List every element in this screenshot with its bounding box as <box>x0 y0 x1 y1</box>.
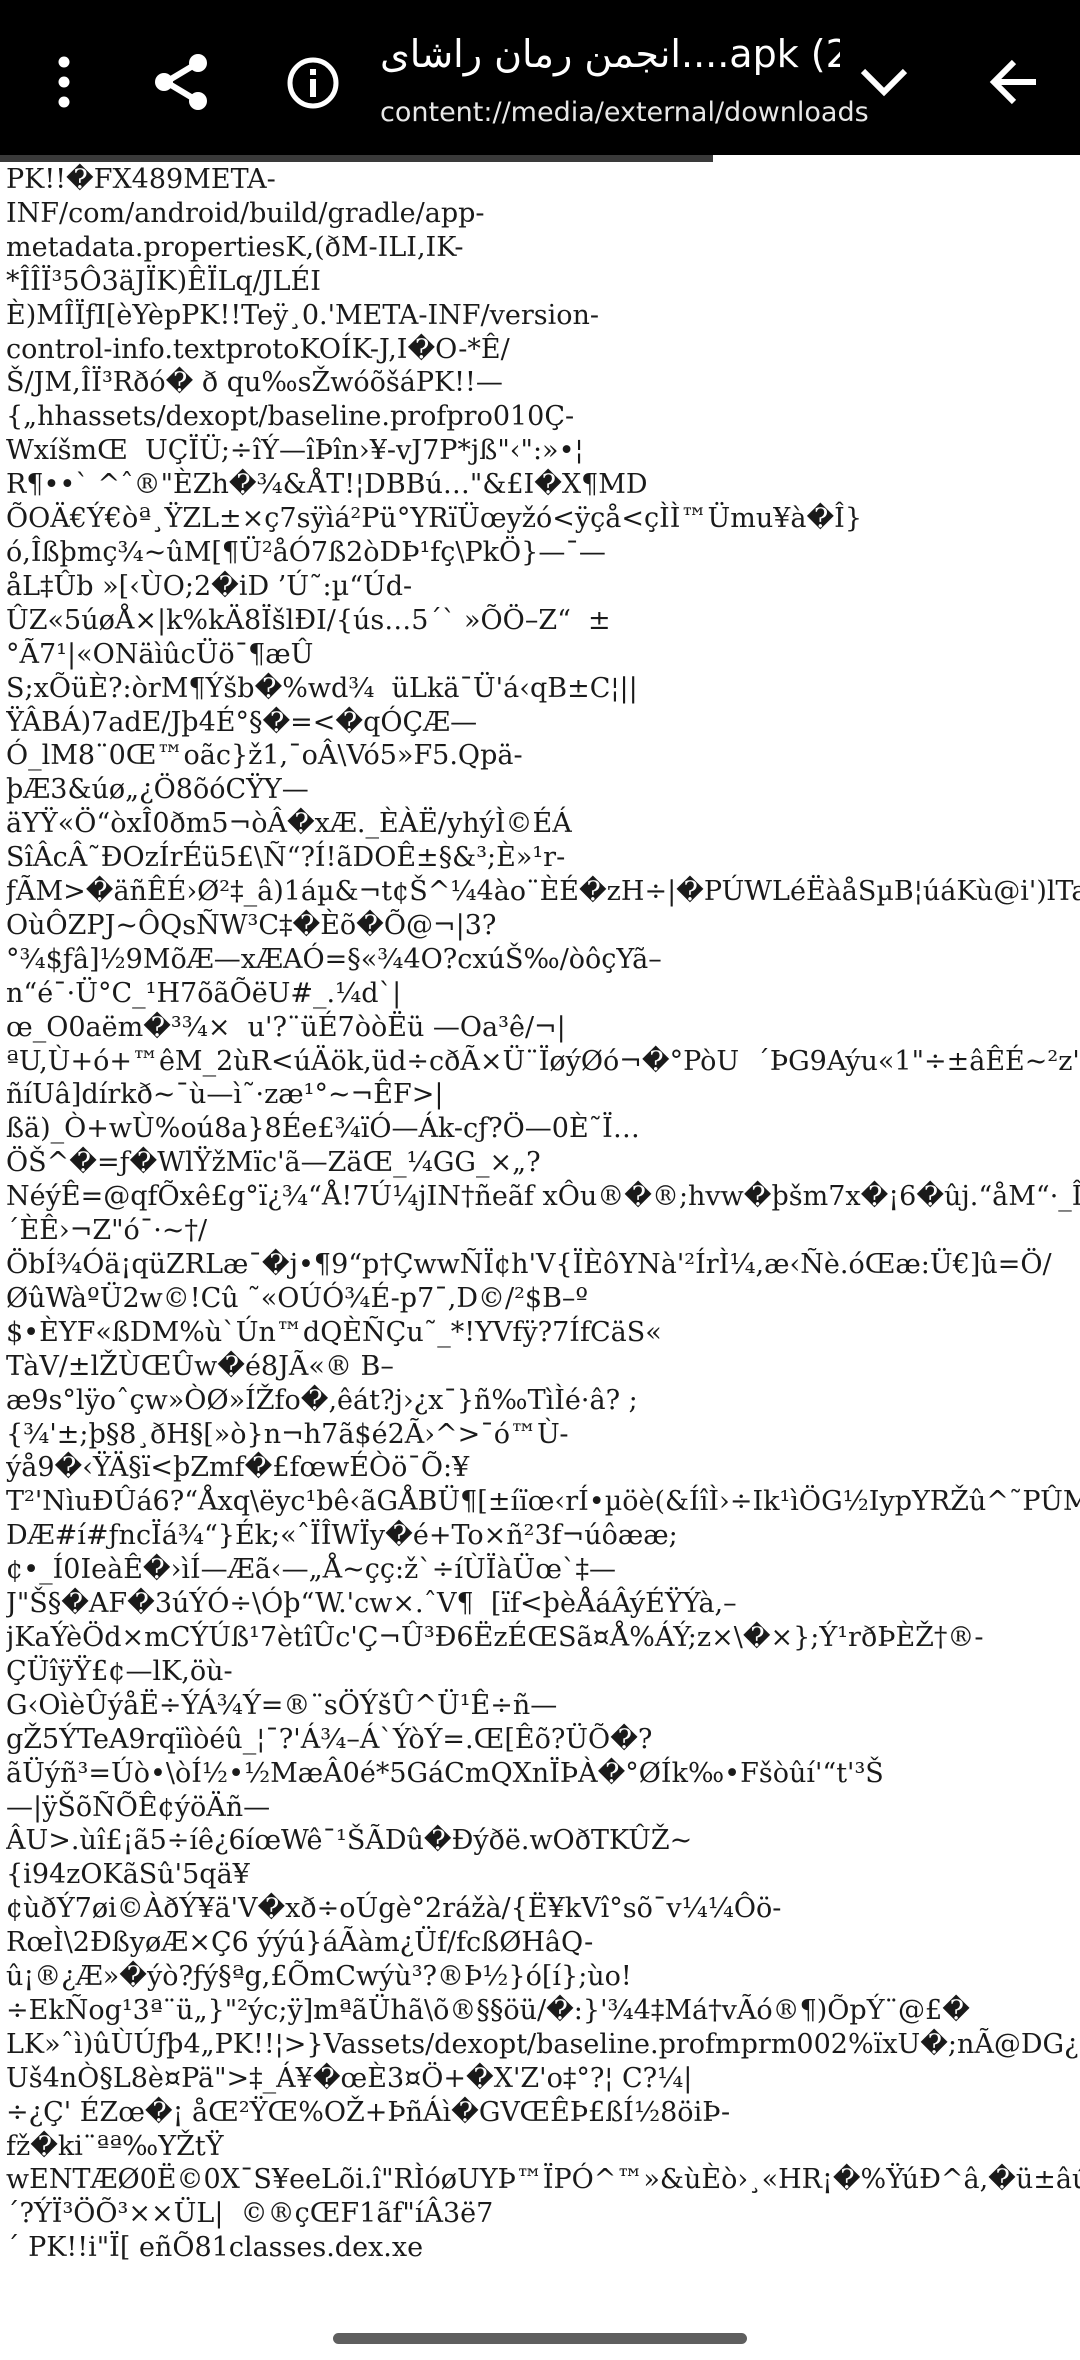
share-button[interactable] <box>148 48 216 116</box>
gesture-handle[interactable] <box>333 2333 747 2344</box>
file-location: content://media/external/downloads <box>380 97 869 128</box>
expand-button[interactable] <box>852 50 916 114</box>
document-text: PK!!�FX489META- INF/com/android/build/gr… <box>6 164 1080 2264</box>
arrow-back-icon <box>989 59 1036 105</box>
app-bar: انجمن رمان راشای....apk (2 content://med… <box>0 0 1080 155</box>
progress-fill <box>0 155 713 162</box>
system-navigation-bar <box>0 2313 1080 2360</box>
more-vert-icon <box>58 56 70 108</box>
back-button[interactable] <box>980 48 1048 116</box>
file-title: انجمن رمان راشای....apk (2 <box>380 32 840 76</box>
share-icon <box>155 54 207 110</box>
more-options-button[interactable] <box>34 46 94 118</box>
loading-progress-bar <box>0 155 1080 163</box>
title-block: انجمن رمان راشای....apk (2 content://med… <box>380 28 869 138</box>
info-button[interactable] <box>282 52 344 114</box>
chevron-down-icon <box>860 68 908 97</box>
info-icon <box>287 57 339 109</box>
document-viewer[interactable]: PK!!�FX489META- INF/com/android/build/gr… <box>6 163 1080 2313</box>
